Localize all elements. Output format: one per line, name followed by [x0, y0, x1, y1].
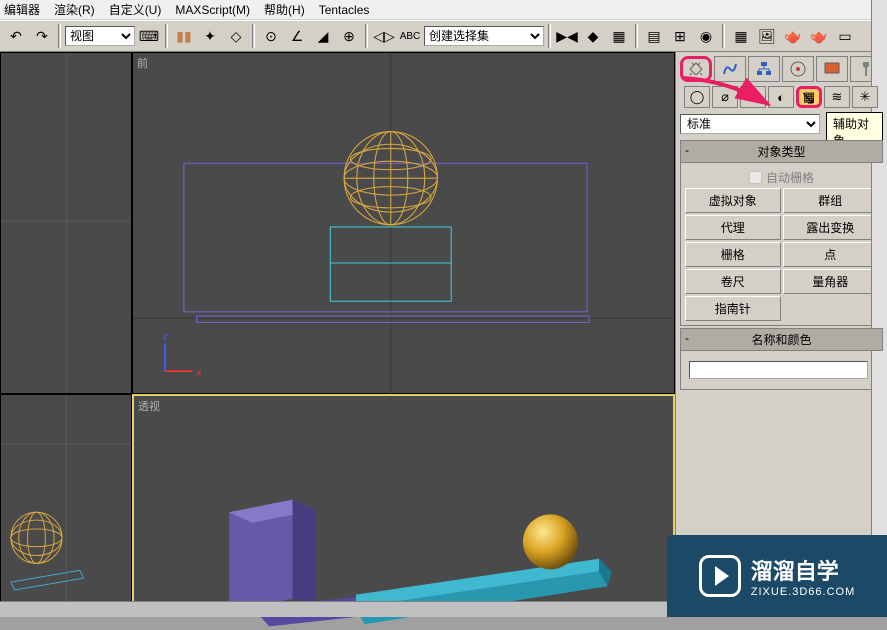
svg-text:x: x [197, 367, 202, 378]
render-last-icon[interactable]: ▭ [833, 24, 857, 48]
auto-grid-checkbox [749, 171, 762, 184]
angle-snap-icon[interactable]: ∠ [285, 24, 309, 48]
mirror-icon[interactable]: ◁▷ [372, 24, 396, 48]
viewport-perspective[interactable]: 透视 [132, 394, 675, 617]
percent-snap-icon[interactable]: ◢ [311, 24, 335, 48]
auto-grid-label: 自动栅格 [766, 169, 814, 186]
unlink-icon[interactable]: ◇ [224, 24, 248, 48]
command-tabs [680, 56, 883, 82]
viewport-perspective-content [134, 396, 673, 630]
align-icon[interactable]: ABC [398, 24, 422, 48]
display-tab[interactable] [816, 56, 848, 82]
keyboard-shortcut-icon[interactable]: ⌨ [137, 24, 161, 48]
select-link-icon[interactable]: ✦ [198, 24, 222, 48]
render-setup-icon[interactable]: 🫖 [807, 24, 831, 48]
dummy-button[interactable]: 虚拟对象 [685, 188, 781, 213]
schematic-icon[interactable]: ⊞ [668, 24, 692, 48]
quick-render-icon[interactable]: 🫖 [781, 24, 805, 48]
undo-icon[interactable]: ↶ [4, 24, 28, 48]
redo-icon[interactable]: ↷ [30, 24, 54, 48]
main-area: 前 [0, 52, 887, 617]
viewport-top-content [1, 53, 131, 393]
menu-help[interactable]: 帮助(H) [264, 1, 305, 18]
helper-category-select[interactable]: 标准 [680, 114, 820, 134]
watermark: 溜溜自学 ZIXUE.3D66.COM [667, 535, 887, 617]
spinner-snap-icon[interactable]: ⊕ [337, 24, 361, 48]
spacewarps-sub-icon[interactable]: ≋ [824, 86, 850, 108]
create-subtabs: ◯ ⌀ ✦ ◐ ▦ ≋ ✳ [680, 86, 883, 108]
motion-tab[interactable] [782, 56, 814, 82]
main-toolbar: ↶ ↷ 视图 ⌨ ▮▮ ✦ ◇ ⊙ ∠ ◢ ⊕ ◁▷ ABC 创建选择集 ▶◀ … [0, 20, 887, 52]
render-scene-icon[interactable]: ▦ [729, 24, 753, 48]
viewport-front[interactable]: 前 [132, 52, 675, 394]
viewport-left-content [1, 395, 131, 615]
rollout-name-color-header[interactable]: -名称和颜色 [680, 328, 883, 351]
erase-icon[interactable]: ◆ [581, 24, 605, 48]
menu-bar: 编辑器 渲染(R) 自定义(U) MAXScript(M) 帮助(H) Tent… [0, 0, 887, 20]
material-edit-icon[interactable]: ◉ [694, 24, 718, 48]
point-button[interactable]: 点 [783, 242, 879, 267]
menu-tentacles[interactable]: Tentacles [319, 3, 370, 17]
grid-button[interactable]: 栅格 [685, 242, 781, 267]
viewport-top[interactable] [0, 52, 132, 394]
geometry-sub-icon[interactable]: ◯ [684, 86, 710, 108]
rollout-object-type-body: 自动栅格 虚拟对象 群组 代理 露出变换 栅格 点 卷尺 量角器 指南针 [680, 163, 883, 326]
object-name-input[interactable] [689, 361, 868, 379]
delegate-button[interactable]: 代理 [685, 215, 781, 240]
viewport-perspective-label: 透视 [138, 398, 160, 414]
expose-tm-button[interactable]: 露出变换 [783, 215, 879, 240]
compass-button[interactable]: 指南针 [685, 296, 781, 321]
menu-custom[interactable]: 自定义(U) [109, 1, 162, 18]
render-frame-icon[interactable]: 🖼 [755, 24, 779, 48]
modify-tab[interactable] [714, 56, 746, 82]
hierarchy-tab[interactable] [748, 56, 780, 82]
viewport-type-select[interactable]: 视图 [65, 26, 135, 46]
cameras-sub-icon[interactable]: ◐ [768, 86, 794, 108]
viewport-front-content: z x [133, 53, 674, 414]
command-panel: ◯ ⌀ ✦ ◐ ▦ ≋ ✳ 标准 辅助对象 -对象类型 自动栅格 [675, 52, 887, 617]
watermark-cn: 溜溜自学 [751, 554, 855, 586]
svg-text:z: z [163, 331, 168, 342]
rollout-object-type-header[interactable]: -对象类型 [680, 140, 883, 163]
curve-editor-icon[interactable]: ▤ [642, 24, 666, 48]
watermark-play-icon [699, 555, 741, 597]
watermark-en: ZIXUE.3D66.COM [751, 586, 855, 598]
mirror-tool-icon[interactable]: ▶◀ [555, 24, 579, 48]
viewport-front-label: 前 [137, 55, 148, 71]
rollout-name-color-body [680, 351, 883, 390]
menu-render[interactable]: 渲染(R) [54, 1, 95, 18]
select-filter-icon[interactable]: ▮▮ [172, 24, 196, 48]
helpers-sub-icon[interactable]: ▦ [796, 86, 822, 108]
shapes-sub-icon[interactable]: ⌀ [712, 86, 738, 108]
layer-icon[interactable]: ▦ [607, 24, 631, 48]
create-tab[interactable] [680, 56, 712, 82]
crowd-button[interactable]: 群组 [783, 188, 879, 213]
protractor-button[interactable]: 量角器 [783, 269, 879, 294]
viewport-left[interactable] [0, 394, 132, 617]
tape-button[interactable]: 卷尺 [685, 269, 781, 294]
systems-sub-icon[interactable]: ✳ [852, 86, 878, 108]
snap-toggle-icon[interactable]: ⊙ [259, 24, 283, 48]
lights-sub-icon[interactable]: ✦ [740, 86, 766, 108]
viewports-container: 前 [0, 52, 675, 617]
menu-editor[interactable]: 编辑器 [4, 1, 40, 18]
named-selection-select[interactable]: 创建选择集 [424, 26, 544, 46]
menu-maxscript[interactable]: MAXScript(M) [175, 3, 250, 17]
